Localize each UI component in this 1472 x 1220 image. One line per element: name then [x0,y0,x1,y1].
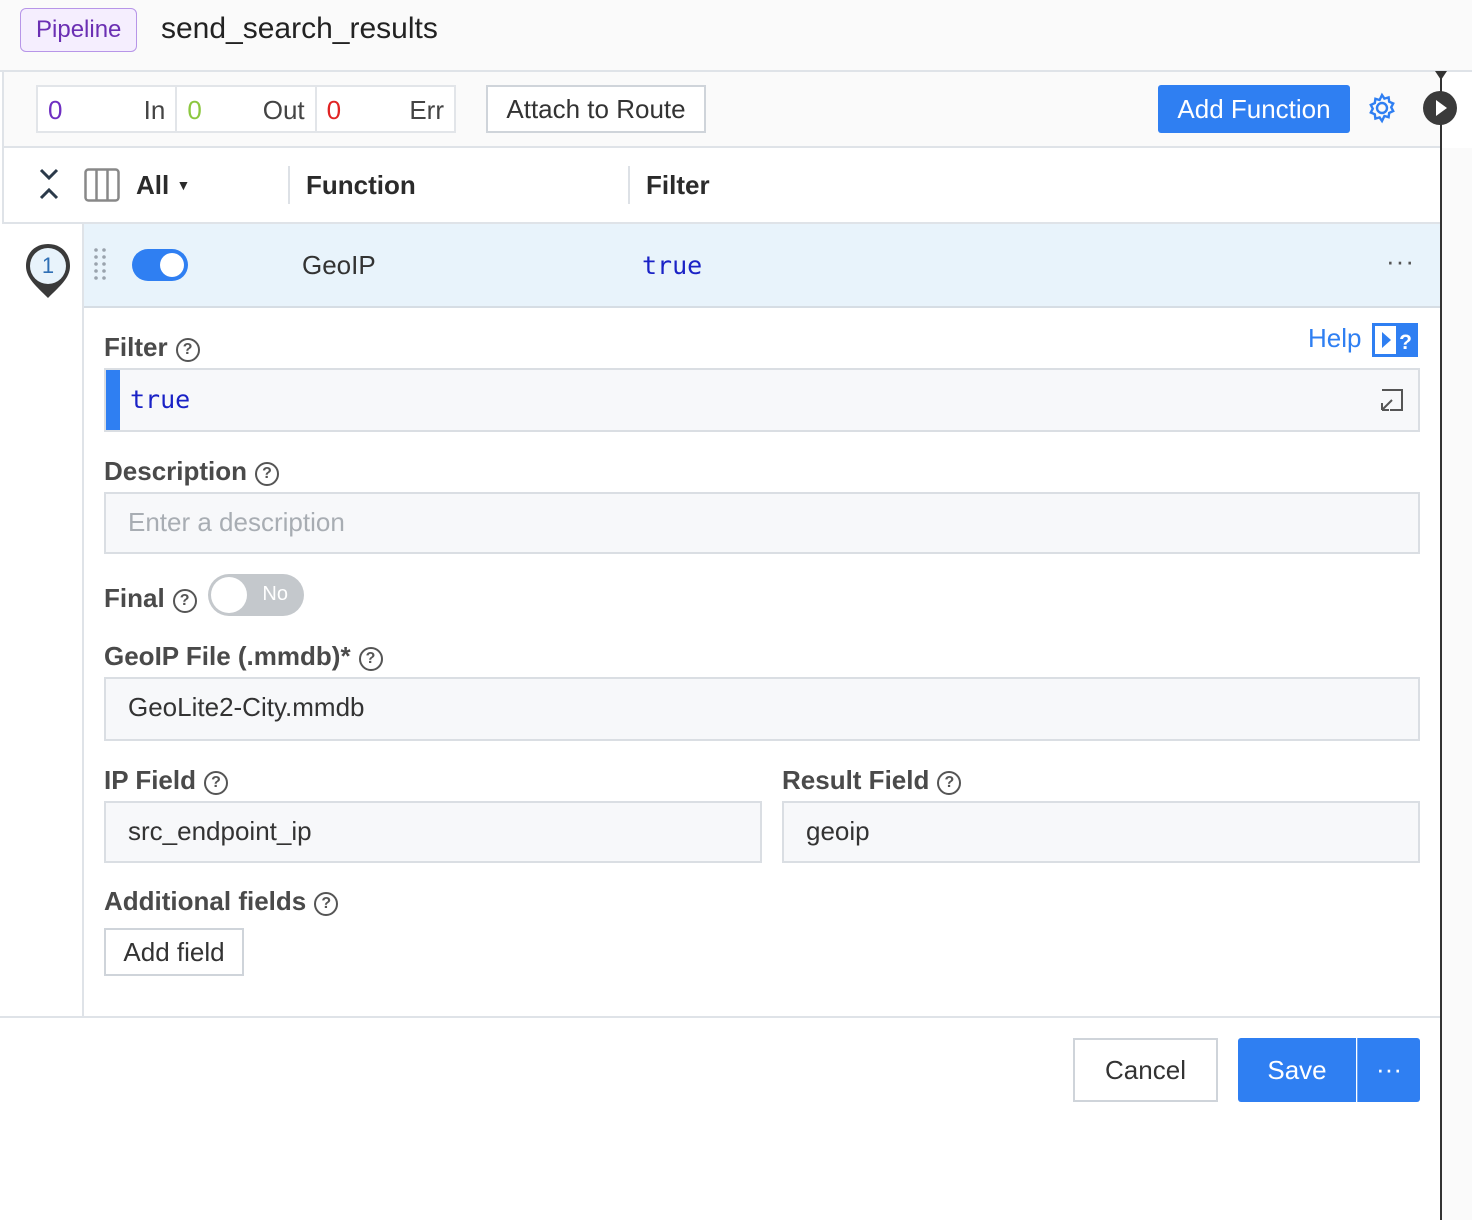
drag-handle-icon[interactable] [92,246,108,284]
stat-out: 0 Out [177,87,317,131]
play-icon[interactable] [1421,89,1459,127]
stat-err-label: Err [409,95,444,125]
geoip-file-field-label: GeoIP File (.mmdb)*? [104,641,383,672]
final-field-label: Final? [104,583,197,614]
filter-expression-input[interactable]: true [104,368,1420,432]
help-link[interactable]: Help [1308,323,1361,354]
column-header-function: Function [306,170,416,200]
final-label-text: Final [104,583,165,613]
right-panel-edge [1442,148,1472,1220]
final-toggle[interactable]: No [208,574,304,616]
help-panel-icon[interactable]: ? [1372,323,1418,357]
ip-field-label-text: IP Field [104,765,196,795]
help-circle-icon[interactable]: ? [255,462,280,486]
stat-err: 0 Err [317,87,454,131]
editor-gutter [106,370,120,430]
description-input[interactable]: Enter a description [104,492,1420,554]
pipeline-toolbar: 0 In 0 Out 0 Err Attach to Route Add Fun… [2,72,1442,148]
stat-in-label: In [143,95,166,125]
cancel-button[interactable]: Cancel [1073,1038,1218,1102]
function-index: 1 [41,253,55,278]
column-header-filter: Filter [646,170,710,200]
geoip-file-input[interactable]: GeoLite2-City.mmdb [104,677,1420,741]
stat-err-value: 0 [326,95,342,125]
filter-all-label: All [136,170,170,200]
collapse-expand-icon[interactable] [37,166,61,202]
help-circle-icon[interactable]: ? [204,771,228,795]
result-field-label-text: Result Field [782,765,930,795]
filter-expression-value: true [130,385,191,414]
page-header: Pipeline send_search_results [0,0,1472,72]
ip-field-input[interactable]: src_endpoint_ip [104,801,762,863]
footer-divider [0,1016,1440,1018]
columns-icon[interactable] [84,168,120,202]
function-gutter [82,224,84,1018]
function-index-marker: 1 [24,242,72,300]
svg-text:?: ? [1399,331,1412,354]
filter-field-label: Filter? [104,332,200,363]
attach-to-route-button[interactable]: Attach to Route [486,85,706,133]
description-field-label: Description? [104,456,280,487]
ip-field-label: IP Field? [104,765,228,796]
save-button[interactable]: Save [1238,1038,1356,1102]
page-title: send_search_results [161,12,438,45]
filter-label-text: Filter [104,332,168,362]
additional-fields-label-text: Additional fields [104,886,307,916]
gear-icon[interactable] [1366,92,1398,124]
description-label-text: Description [104,456,248,486]
stat-in-value: 0 [48,95,63,125]
result-field-input[interactable]: geoip [782,801,1420,863]
help-circle-icon[interactable]: ? [175,338,200,362]
pipeline-badge: Pipeline [20,8,138,52]
track-arrow-icon [1435,71,1447,80]
filter-all-dropdown[interactable]: All ▼ [136,170,190,201]
function-name: GeoIP [302,250,376,280]
geoip-file-label-text: GeoIP File (.mmdb)* [104,641,351,671]
function-row[interactable]: GeoIP true ··· [84,224,1440,308]
help-circle-icon[interactable]: ? [314,892,339,916]
stat-out-value: 0 [187,95,202,125]
caret-down-icon: ▼ [176,177,191,193]
help-circle-icon[interactable]: ? [358,647,383,671]
function-enabled-toggle[interactable] [132,249,188,281]
column-separator [288,166,290,204]
function-list-header: All ▼ Function Filter [2,148,1440,224]
result-field-label: Result Field? [782,765,962,796]
help-circle-icon[interactable]: ? [172,589,197,613]
function-filter: true [642,251,703,280]
row-more-button[interactable]: ··· [1386,246,1415,277]
stat-in: 0 In [38,87,178,131]
description-placeholder: Enter a description [128,507,345,537]
add-function-button[interactable]: Add Function [1158,85,1350,133]
final-toggle-state: No [262,583,288,605]
column-separator [628,166,630,204]
additional-fields-label: Additional fields? [104,886,339,917]
expand-editor-icon[interactable] [1376,384,1408,416]
event-stats: 0 In 0 Out 0 Err [36,85,456,133]
save-options-button[interactable]: ··· [1357,1038,1420,1102]
help-circle-icon[interactable]: ? [937,771,962,795]
add-field-button[interactable]: Add field [104,928,244,976]
stat-out-label: Out [262,95,305,125]
